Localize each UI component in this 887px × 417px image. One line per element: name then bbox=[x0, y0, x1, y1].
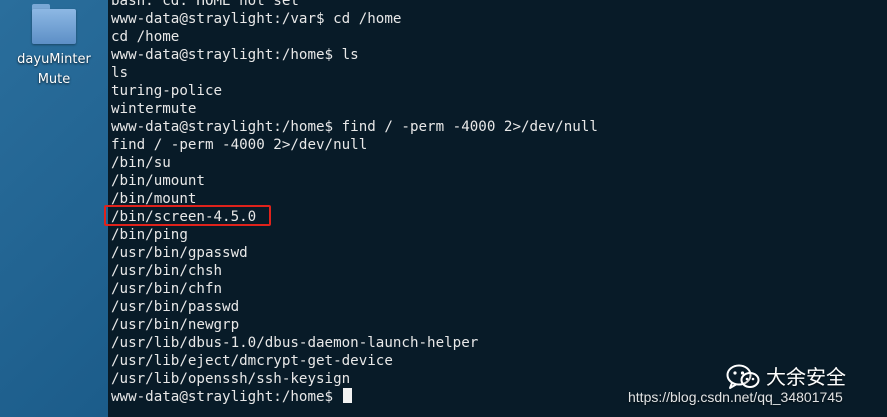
terminal-line: /usr/bin/chsh bbox=[111, 263, 223, 279]
terminal-line: find / -perm -4000 2>/dev/null bbox=[111, 137, 368, 153]
terminal-line: ls bbox=[111, 65, 129, 81]
terminal-output: bash: cd: HOME not set www-data@strayligh… bbox=[111, 0, 598, 406]
terminal-line: cd /home bbox=[111, 29, 180, 45]
terminal-line: /usr/lib/eject/dmcrypt-get-device bbox=[111, 353, 393, 369]
terminal-line: /usr/bin/chfn bbox=[111, 281, 223, 297]
terminal-line: bash: cd: HOME not set bbox=[111, 0, 299, 9]
terminal-line: /usr/bin/passwd bbox=[111, 299, 240, 315]
terminal-line: /bin/ping bbox=[111, 227, 188, 243]
terminal-line: wintermute bbox=[111, 101, 197, 117]
highlight-box-screen-binary bbox=[104, 205, 271, 226]
desktop-folder-label-line2: Mute bbox=[37, 72, 71, 87]
terminal-line: /usr/lib/openssh/ssh-keysign bbox=[111, 371, 351, 387]
terminal-cursor bbox=[342, 388, 352, 403]
terminal-line: www-data@straylight:/home$ ls bbox=[111, 47, 359, 63]
terminal-line: /bin/umount bbox=[111, 173, 205, 189]
terminal-prompt-line[interactable]: www-data@straylight:/home$ bbox=[111, 388, 598, 406]
desktop-folder-label: dayuMinter Mute bbox=[6, 50, 102, 90]
folder-icon bbox=[32, 4, 76, 44]
terminal-line: /bin/su bbox=[111, 155, 171, 171]
desktop-folder-label-line1: dayuMinter bbox=[17, 52, 91, 67]
terminal-line: /usr/bin/gpasswd bbox=[111, 245, 248, 261]
terminal-line: www-data@straylight:/home$ find / -perm … bbox=[111, 119, 598, 135]
terminal-line: /usr/bin/newgrp bbox=[111, 317, 240, 333]
wechat-channel-name: 大余安全 bbox=[766, 365, 846, 389]
terminal-line: /usr/lib/dbus-1.0/dbus-daemon-launch-hel… bbox=[111, 335, 479, 351]
wechat-icon bbox=[726, 364, 760, 389]
terminal-prompt: www-data@straylight:/home$ bbox=[111, 389, 342, 405]
csdn-watermark-url: https://blog.csdn.net/qq_34801745 bbox=[628, 389, 843, 405]
terminal-line: www-data@straylight:/var$ cd /home bbox=[111, 11, 402, 27]
desktop-folder-dayuMinterMute[interactable]: dayuMinter Mute bbox=[6, 4, 102, 90]
terminal-line: turing-police bbox=[111, 83, 223, 99]
wechat-channel-badge: 大余安全 bbox=[726, 364, 846, 390]
